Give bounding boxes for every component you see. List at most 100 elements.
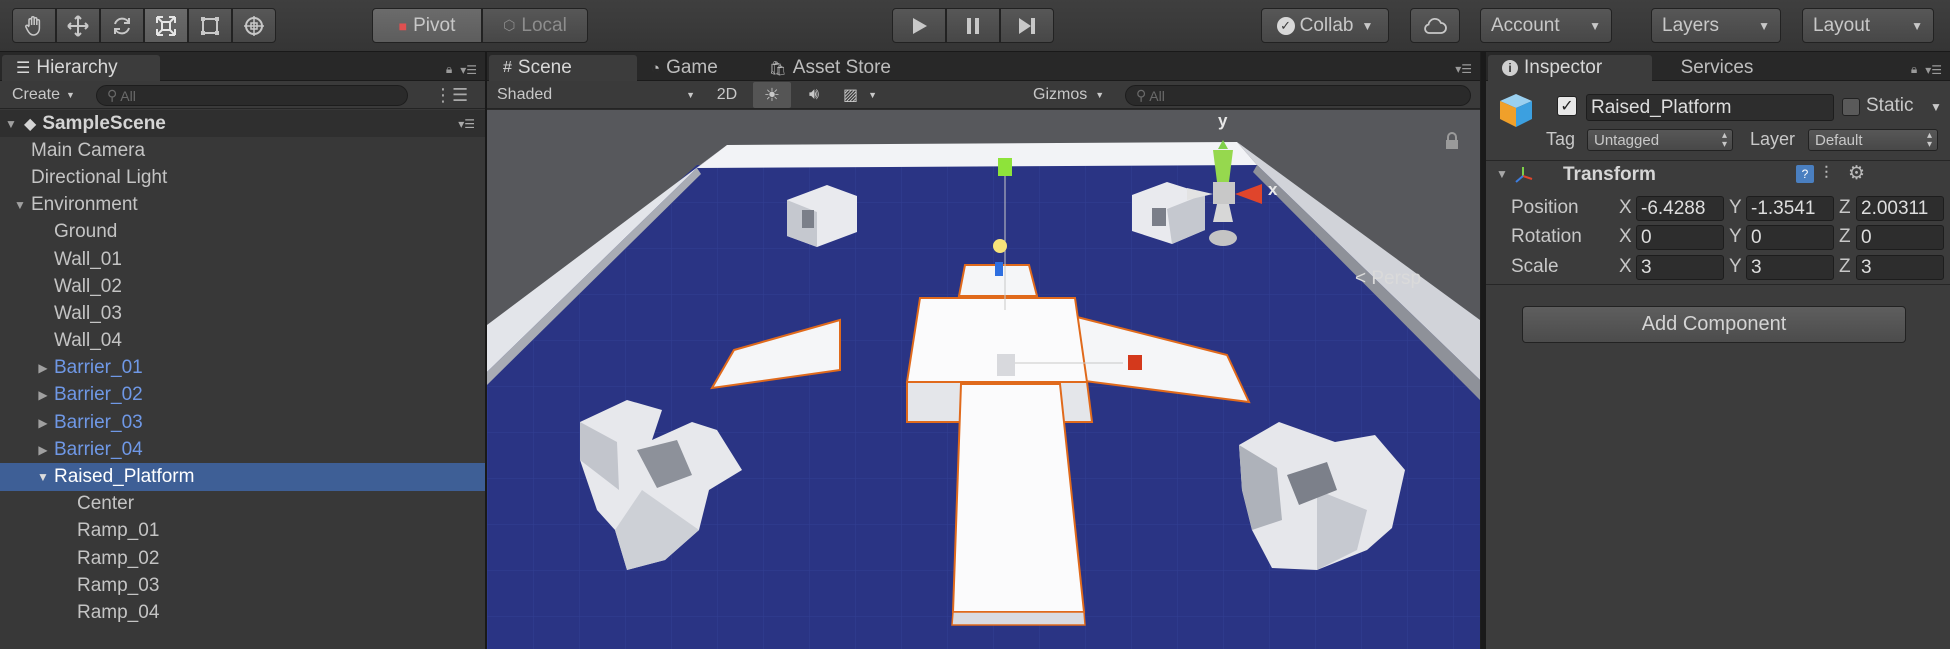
transform-scale-z-input[interactable]: 3 — [1856, 255, 1944, 280]
transform-position-y-input[interactable]: -1.3541 — [1746, 196, 1834, 221]
expand-triangle-open-icon[interactable]: ▼ — [1496, 167, 1508, 181]
hand-tool-button[interactable] — [12, 8, 56, 43]
rect-tool-button[interactable] — [188, 8, 232, 43]
axis-y-label[interactable]: Y — [1729, 226, 1742, 248]
hierarchy-search-input[interactable]: ⚲ All — [96, 85, 408, 106]
axis-z-label[interactable]: Z — [1839, 226, 1851, 248]
expand-triangle-open-icon[interactable]: ▼ — [34, 470, 52, 484]
hierarchy-item-selected[interactable]: ▼ Raised_Platform — [0, 463, 485, 491]
tab-inspector[interactable]: i Inspector — [1488, 55, 1652, 81]
axis-y-label[interactable]: Y — [1729, 197, 1742, 219]
object-name-input[interactable]: Raised_Platform — [1586, 94, 1834, 121]
play-button[interactable] — [892, 8, 946, 43]
transform-value: 0 — [1641, 226, 1652, 248]
transform-scale-y-input[interactable]: 3 — [1746, 255, 1834, 280]
axis-x-label[interactable]: X — [1619, 197, 1632, 219]
panel-menu-icon[interactable]: ▾☰ — [1925, 63, 1942, 77]
tab-services[interactable]: Services — [1652, 55, 1782, 81]
local-toggle[interactable]: ⬡ Local — [482, 8, 588, 43]
hierarchy-item-label: Environment — [31, 194, 138, 216]
hierarchy-item[interactable]: Ramp_04 — [0, 599, 485, 626]
hierarchy-item[interactable]: ▶ Barrier_02 — [0, 382, 485, 409]
expand-triangle-closed-icon[interactable]: ▶ — [34, 388, 52, 402]
tab-hierarchy[interactable]: ☰ Hierarchy — [2, 55, 160, 81]
lock-icon[interactable]: 🔒︎ — [1911, 62, 1917, 77]
transform-position-x-input[interactable]: -6.4288 — [1636, 196, 1724, 221]
axis-y-label[interactable]: Y — [1729, 256, 1742, 278]
hierarchy-item[interactable]: Wall_02 — [0, 273, 485, 300]
panel-menu-icon[interactable]: ▾☰ — [1455, 62, 1472, 76]
lock-icon[interactable]: 🔒︎ — [446, 62, 452, 77]
pause-button[interactable] — [946, 8, 1000, 43]
hierarchy-item[interactable]: Main Camera — [0, 137, 485, 164]
lighting-toggle[interactable]: ☀ — [753, 82, 791, 108]
expand-triangle-closed-icon[interactable]: ▶ — [34, 361, 52, 375]
transform-rotation-y-input[interactable]: 0 — [1746, 225, 1834, 250]
transform-tool-button[interactable] — [232, 8, 276, 43]
axis-z-label[interactable]: Z — [1839, 197, 1851, 219]
audio-toggle[interactable]: 🔊︎ — [795, 84, 833, 106]
step-button[interactable] — [1000, 8, 1054, 43]
layers-dropdown[interactable]: Layers ▼ — [1651, 8, 1781, 43]
gizmos-dropdown[interactable]: Gizmos ▼ — [1027, 84, 1110, 106]
hierarchy-item[interactable]: Wall_03 — [0, 300, 485, 327]
transform-rotation-x-input[interactable]: 0 — [1636, 225, 1724, 250]
scene-row[interactable]: ▼ ◆ SampleScene ▾☰ — [0, 110, 485, 138]
active-checkbox[interactable]: ✓ — [1557, 96, 1577, 116]
hierarchy-item-label: Directional Light — [31, 166, 168, 188]
axis-x-label[interactable]: X — [1619, 256, 1632, 278]
gear-icon[interactable]: ⚙ — [1848, 162, 1865, 185]
scene-search-input[interactable]: ⚲ All — [1125, 85, 1471, 106]
chevron-down-icon: ▼ — [1911, 18, 1923, 33]
hierarchy-item[interactable]: Ramp_01 — [0, 518, 485, 545]
pivot-toggle[interactable]: ■ Pivot — [372, 8, 482, 43]
tab-asset-store[interactable]: 🛍︎ Asset Store — [755, 55, 935, 81]
hierarchy-item[interactable]: Directional Light — [0, 164, 485, 191]
scale-tool-button[interactable] — [144, 8, 188, 43]
hierarchy-item[interactable]: ▶ Barrier_01 — [0, 355, 485, 382]
persp-label[interactable]: < Persp — [1355, 268, 1421, 290]
tab-game[interactable]: ◔ Game — [637, 55, 755, 81]
hierarchy-item[interactable]: Center — [0, 491, 485, 518]
scene-menu-icon[interactable]: ▾☰ — [458, 117, 475, 131]
rotate-tool-button[interactable] — [100, 8, 144, 43]
transform-scale-x-input[interactable]: 3 — [1636, 255, 1724, 280]
transform-position-z-input[interactable]: 2.00311 — [1856, 196, 1944, 221]
create-dropdown[interactable]: Create ▼ — [6, 84, 81, 106]
hierarchy-item[interactable]: Wall_01 — [0, 246, 485, 273]
expand-triangle-closed-icon[interactable]: ▶ — [34, 416, 52, 430]
transform-header[interactable]: ▼ Transform ? ⫶ ⚙ — [1486, 162, 1950, 188]
shading-mode-dropdown[interactable]: Shaded ▼ — [491, 84, 701, 106]
2d-toggle[interactable]: 2D — [709, 84, 745, 106]
axis-x-label[interactable]: X — [1619, 226, 1632, 248]
static-checkbox[interactable] — [1842, 98, 1860, 116]
expand-triangle-closed-icon[interactable]: ▶ — [34, 443, 52, 457]
tag-dropdown[interactable]: Untagged ▴ ▾ — [1587, 129, 1733, 151]
expand-triangle-open-icon[interactable]: ▼ — [11, 198, 29, 212]
account-dropdown[interactable]: Account ▼ — [1480, 8, 1612, 43]
hierarchy-filter-button[interactable]: ⋮☰ — [428, 84, 474, 106]
tab-scene[interactable]: # Scene — [489, 55, 637, 81]
preset-sliders-icon[interactable]: ⫶ — [1824, 163, 1829, 184]
hierarchy-item[interactable]: Wall_04 — [0, 328, 485, 355]
cloud-button[interactable] — [1410, 8, 1460, 43]
hierarchy-item[interactable]: ▶ Barrier_04 — [0, 436, 485, 463]
layer-dropdown[interactable]: Default ▴ ▾ — [1808, 129, 1938, 151]
axis-z-label[interactable]: Z — [1839, 256, 1851, 278]
chevron-down-icon[interactable]: ▼ — [1930, 100, 1942, 114]
hierarchy-item[interactable]: Ground — [0, 219, 485, 246]
layout-dropdown[interactable]: Layout ▼ — [1802, 8, 1934, 43]
panel-menu-icon[interactable]: ▾☰ — [460, 63, 477, 77]
expand-triangle-open-icon[interactable]: ▼ — [2, 117, 20, 131]
effects-dropdown[interactable]: ▨ ▼ — [837, 84, 889, 106]
move-tool-button[interactable] — [56, 8, 100, 43]
transform-rotation-z-input[interactable]: 0 — [1856, 225, 1944, 250]
hierarchy-item[interactable]: Ramp_02 — [0, 545, 485, 572]
scene-viewport[interactable]: y x < Persp — [487, 110, 1480, 649]
hierarchy-item[interactable]: ▶ Barrier_03 — [0, 409, 485, 436]
help-book-icon[interactable]: ? — [1796, 165, 1814, 183]
collab-dropdown[interactable]: ✓ Collab ▼ — [1261, 8, 1389, 43]
add-component-button[interactable]: Add Component — [1522, 306, 1906, 343]
hierarchy-item[interactable]: Ramp_03 — [0, 572, 485, 599]
hierarchy-item[interactable]: ▼ Environment — [0, 192, 485, 219]
